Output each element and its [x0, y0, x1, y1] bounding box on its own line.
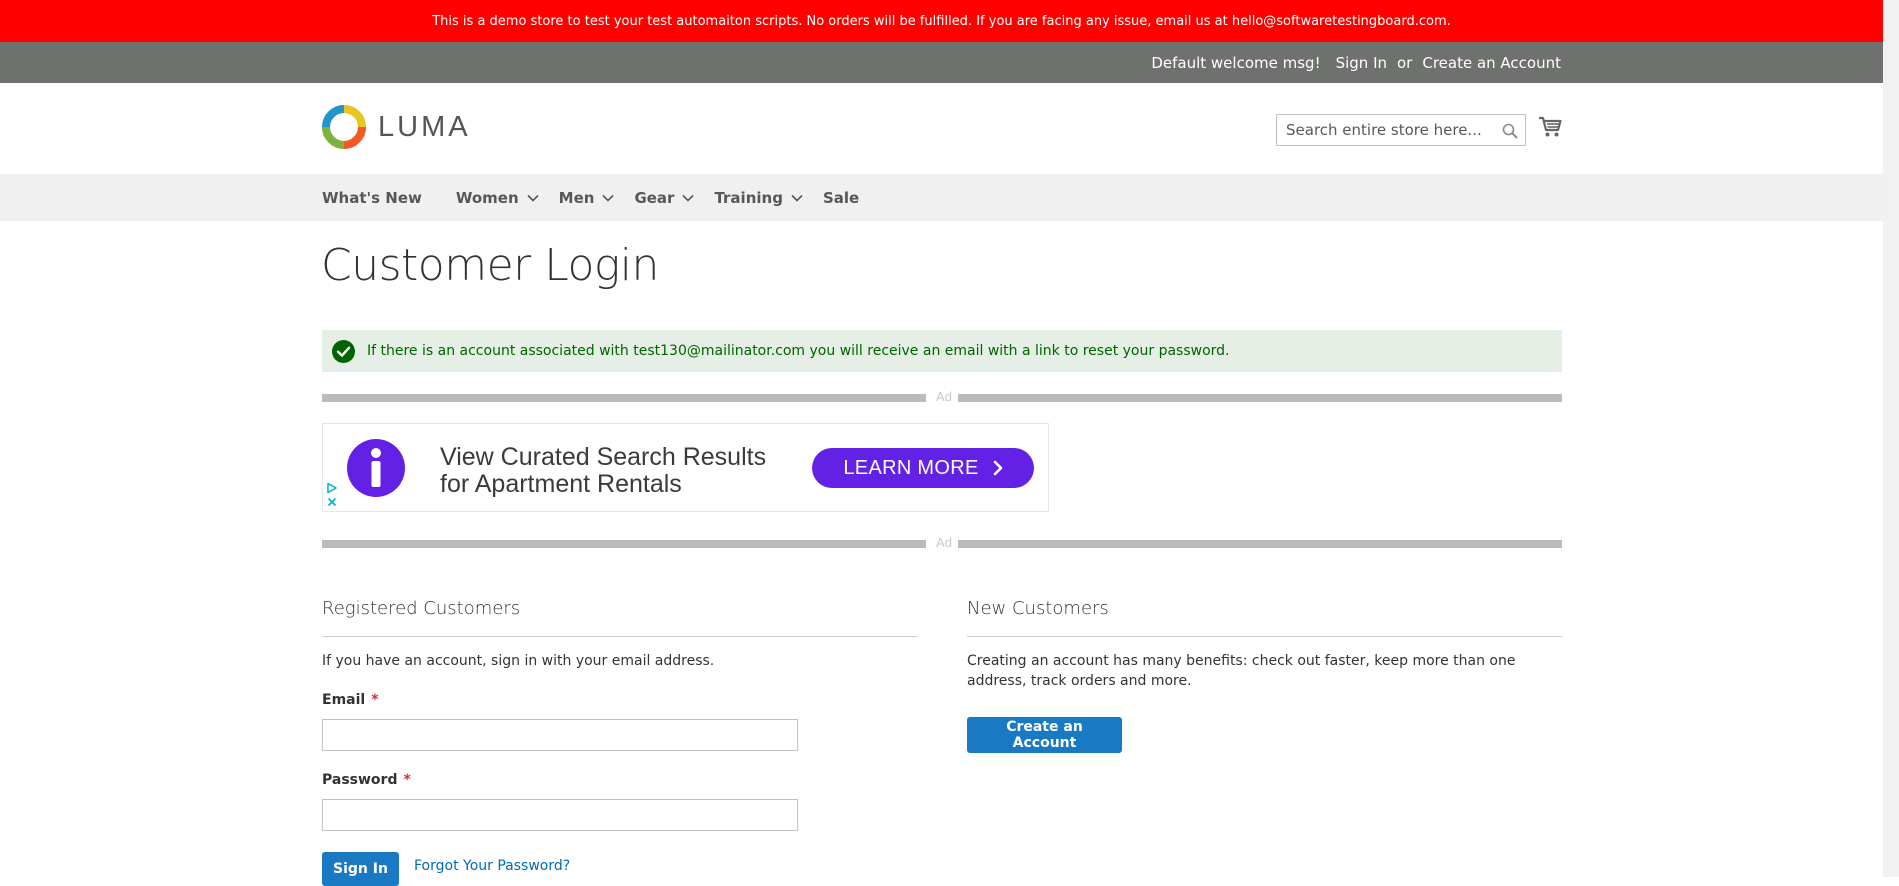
ad-label: Ad [936, 389, 952, 404]
ad-separator-bar [322, 394, 926, 402]
header-panel: Default welcome msg! Sign In or Create a… [0, 42, 1883, 83]
nav-item-label: What's New [322, 188, 422, 207]
info-icon [347, 439, 405, 497]
header-links: Default welcome msg! Sign In or Create a… [1151, 42, 1561, 83]
ad-separator-bar [322, 540, 926, 548]
registered-customers-title: Registered Customers [322, 598, 521, 619]
nav-item-training[interactable]: Training [714, 188, 803, 207]
sign-in-button-label: Sign In [333, 861, 388, 877]
create-account-link[interactable]: Create an Account [1422, 54, 1561, 72]
nav-item-gear[interactable]: Gear [634, 188, 695, 207]
luma-logo-icon [322, 105, 366, 149]
forgot-password-link[interactable]: Forgot Your Password? [414, 858, 570, 874]
chevron-down-icon [527, 194, 539, 202]
sign-in-link[interactable]: Sign In [1336, 54, 1387, 72]
nav-item-sale[interactable]: Sale [823, 189, 859, 207]
demo-notice-banner: This is a demo store to test your test a… [0, 0, 1883, 42]
or-separator: or [1397, 53, 1413, 72]
demo-notice-text: This is a demo store to test your test a… [432, 13, 1451, 29]
ad-headline-line1: View Curated Search Results [440, 443, 767, 471]
registered-intro: If you have an account, sign in with you… [322, 653, 715, 669]
search-box [1276, 114, 1526, 146]
ad-separator-bar [958, 394, 1562, 402]
email-field[interactable] [322, 719, 798, 751]
luma-logo[interactable]: LUMA [322, 104, 471, 150]
email-label-text: Email [322, 692, 366, 708]
create-account-button-label: Create an Account [1006, 719, 1083, 751]
page-title: Customer Login [321, 240, 659, 291]
cart-icon[interactable] [1538, 116, 1562, 138]
advertisement-banner[interactable]: View Curated Search Results for Apartmen… [322, 423, 1049, 512]
ad-separator-bar [958, 540, 1562, 548]
nav-item-women[interactable]: Women [456, 189, 539, 207]
sign-in-button[interactable]: Sign In [322, 852, 399, 886]
main-navigation: What's New Women Men Gear Training Sale [0, 174, 1883, 221]
new-customers-title: New Customers [967, 598, 1109, 619]
ad-label: Ad [936, 535, 952, 550]
nav-item-label: Sale [822, 188, 860, 207]
ad-headline-line2: for Apartment Rentals [440, 470, 682, 498]
nav-item-label: Gear [634, 188, 675, 207]
search-icon[interactable] [1502, 123, 1518, 139]
nav-item-men[interactable]: Men [559, 189, 615, 207]
page-scrollbar[interactable] [1883, 0, 1899, 877]
ad-separator-bottom: Ad [322, 535, 1562, 550]
nav-item-label: Women [455, 188, 519, 207]
required-mark: * [371, 692, 379, 708]
chevron-down-icon [602, 194, 615, 202]
chevron-right-icon [993, 460, 1003, 476]
registered-divider [322, 636, 918, 637]
ad-learn-more-button[interactable]: LEARN MORE [812, 448, 1034, 488]
welcome-message: Default welcome msg! [1151, 53, 1321, 72]
password-field[interactable] [322, 799, 798, 831]
chevron-down-icon [791, 194, 803, 202]
adchoices-icon[interactable] [326, 482, 338, 494]
nav-item-whats-new[interactable]: What's New [322, 189, 422, 207]
email-label: Email * [322, 692, 379, 708]
nav-item-label: Men [558, 188, 595, 207]
search-input[interactable] [1277, 115, 1496, 145]
new-customers-divider [967, 636, 1562, 637]
nav-item-label: Training [714, 188, 783, 207]
close-icon[interactable] [326, 496, 338, 508]
ad-cta-label: LEARN MORE [843, 456, 979, 479]
new-customers-intro: Creating an account has many benefits: c… [967, 653, 1516, 689]
logo-text: LUMA [378, 110, 471, 143]
success-message: If there is an account associated with t… [322, 330, 1562, 372]
check-circle-icon [332, 339, 355, 363]
success-message-text: If there is an account associated with t… [367, 343, 1230, 359]
password-label-text: Password [322, 772, 398, 788]
required-mark: * [403, 772, 411, 788]
create-account-button[interactable]: Create an Account [967, 717, 1122, 753]
password-label: Password * [322, 772, 411, 788]
ad-headline: View Curated Search Results for Apartmen… [440, 444, 766, 498]
chevron-down-icon [682, 194, 695, 202]
ad-separator-top: Ad [322, 389, 1562, 404]
